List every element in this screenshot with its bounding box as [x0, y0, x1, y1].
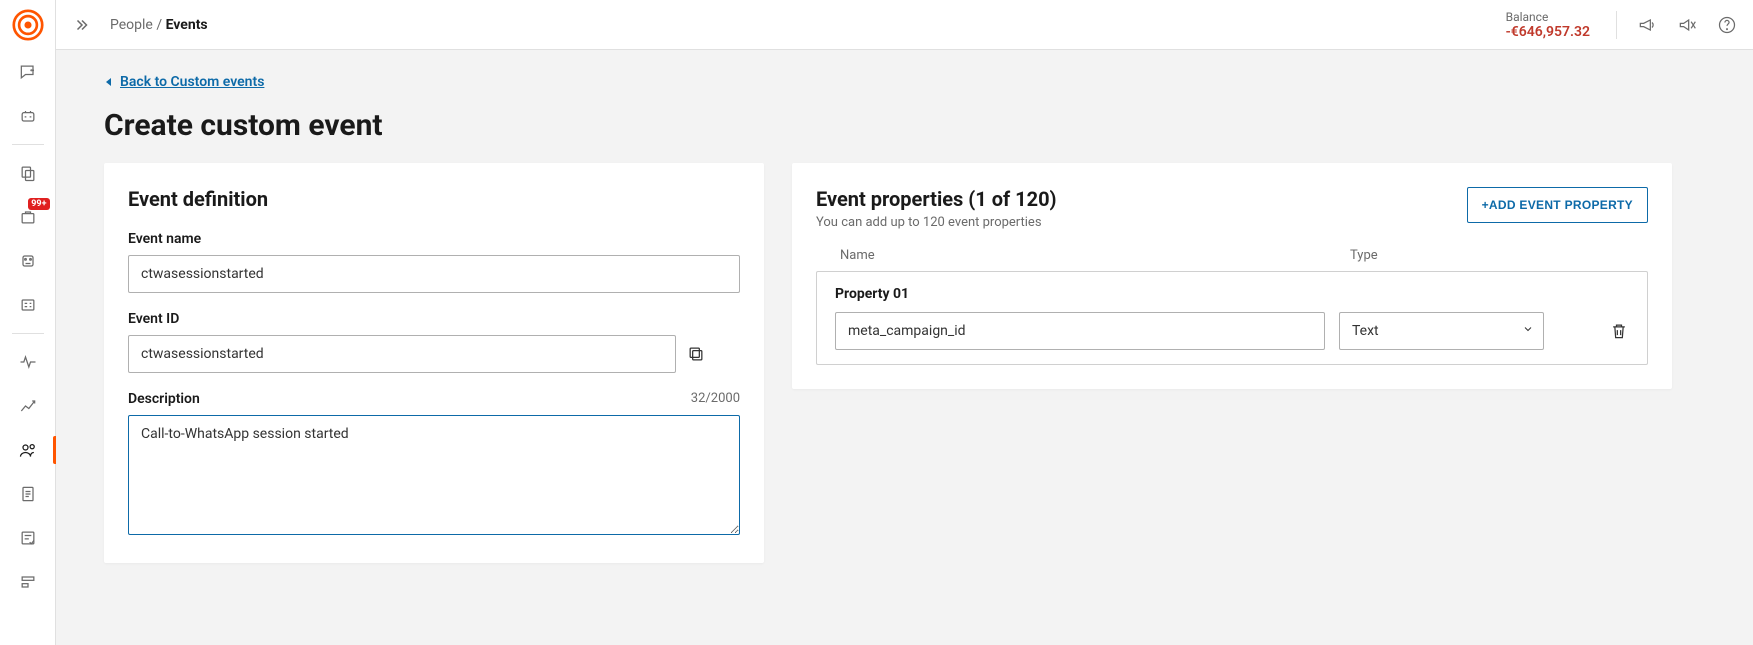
description-textarea[interactable] — [128, 415, 740, 535]
document-icon[interactable] — [0, 472, 56, 516]
event-properties-card: Event properties (1 of 120) You can add … — [792, 163, 1672, 389]
page-content: Back to Custom events Create custom even… — [56, 50, 1753, 645]
event-name-input[interactable] — [128, 255, 740, 293]
sidebar: 99+ — [0, 0, 56, 645]
balance-label: Balance — [1506, 10, 1590, 24]
copy-icon[interactable] — [686, 344, 706, 364]
forms-icon[interactable] — [0, 516, 56, 560]
notification-badge: 99+ — [28, 198, 49, 210]
bot-icon[interactable] — [0, 94, 56, 138]
properties-heading: Event properties (1 of 120) — [816, 187, 1057, 211]
column-type-header: Type — [1350, 248, 1624, 263]
divider — [1616, 11, 1617, 39]
brand-logo[interactable] — [0, 0, 56, 50]
automation-icon[interactable] — [0, 239, 56, 283]
description-label: Description — [128, 391, 200, 407]
property-row: Property 01 — [816, 271, 1648, 365]
column-name-header: Name — [840, 248, 1350, 263]
templates-icon[interactable] — [0, 151, 56, 195]
balance-value: -€646,957.32 — [1506, 24, 1590, 40]
delete-property-icon[interactable] — [1609, 321, 1629, 341]
balance-block: Balance -€646,957.32 — [1506, 10, 1596, 40]
page-title: Create custom event — [104, 108, 1717, 143]
definition-heading: Event definition — [128, 187, 740, 211]
breadcrumb-parent[interactable]: People — [110, 17, 153, 33]
event-id-label: Event ID — [128, 311, 740, 327]
event-id-input[interactable] — [128, 335, 676, 373]
add-property-button[interactable]: +ADD EVENT PROPERTY — [1467, 187, 1648, 223]
catalog-icon[interactable]: 99+ — [0, 195, 56, 239]
back-link[interactable]: Back to Custom events — [104, 74, 264, 90]
caret-left-icon — [104, 77, 114, 87]
announce-icon[interactable] — [1637, 15, 1657, 35]
sidebar-divider — [12, 333, 44, 334]
chat-icon[interactable] — [0, 50, 56, 94]
collapse-sidebar-icon[interactable] — [68, 11, 96, 39]
more-icon[interactable] — [0, 560, 56, 604]
property-name-input[interactable] — [835, 312, 1325, 350]
mute-icon[interactable] — [1677, 15, 1697, 35]
pulse-icon[interactable] — [0, 340, 56, 384]
tags-icon[interactable] — [0, 283, 56, 327]
topbar: People / Events Balance -€646,957.32 — [56, 0, 1753, 50]
event-name-label: Event name — [128, 231, 740, 247]
analytics-icon[interactable] — [0, 384, 56, 428]
breadcrumb: People / Events — [110, 17, 208, 33]
sidebar-divider — [12, 144, 44, 145]
property-title: Property 01 — [835, 286, 1629, 302]
breadcrumb-current: Events — [166, 17, 208, 33]
people-icon[interactable] — [0, 428, 56, 472]
description-counter: 32/2000 — [691, 391, 740, 407]
property-type-select[interactable] — [1339, 312, 1544, 350]
properties-hint: You can add up to 120 event properties — [816, 215, 1057, 230]
help-icon[interactable] — [1717, 15, 1737, 35]
event-definition-card: Event definition Event name Event ID — [104, 163, 764, 563]
